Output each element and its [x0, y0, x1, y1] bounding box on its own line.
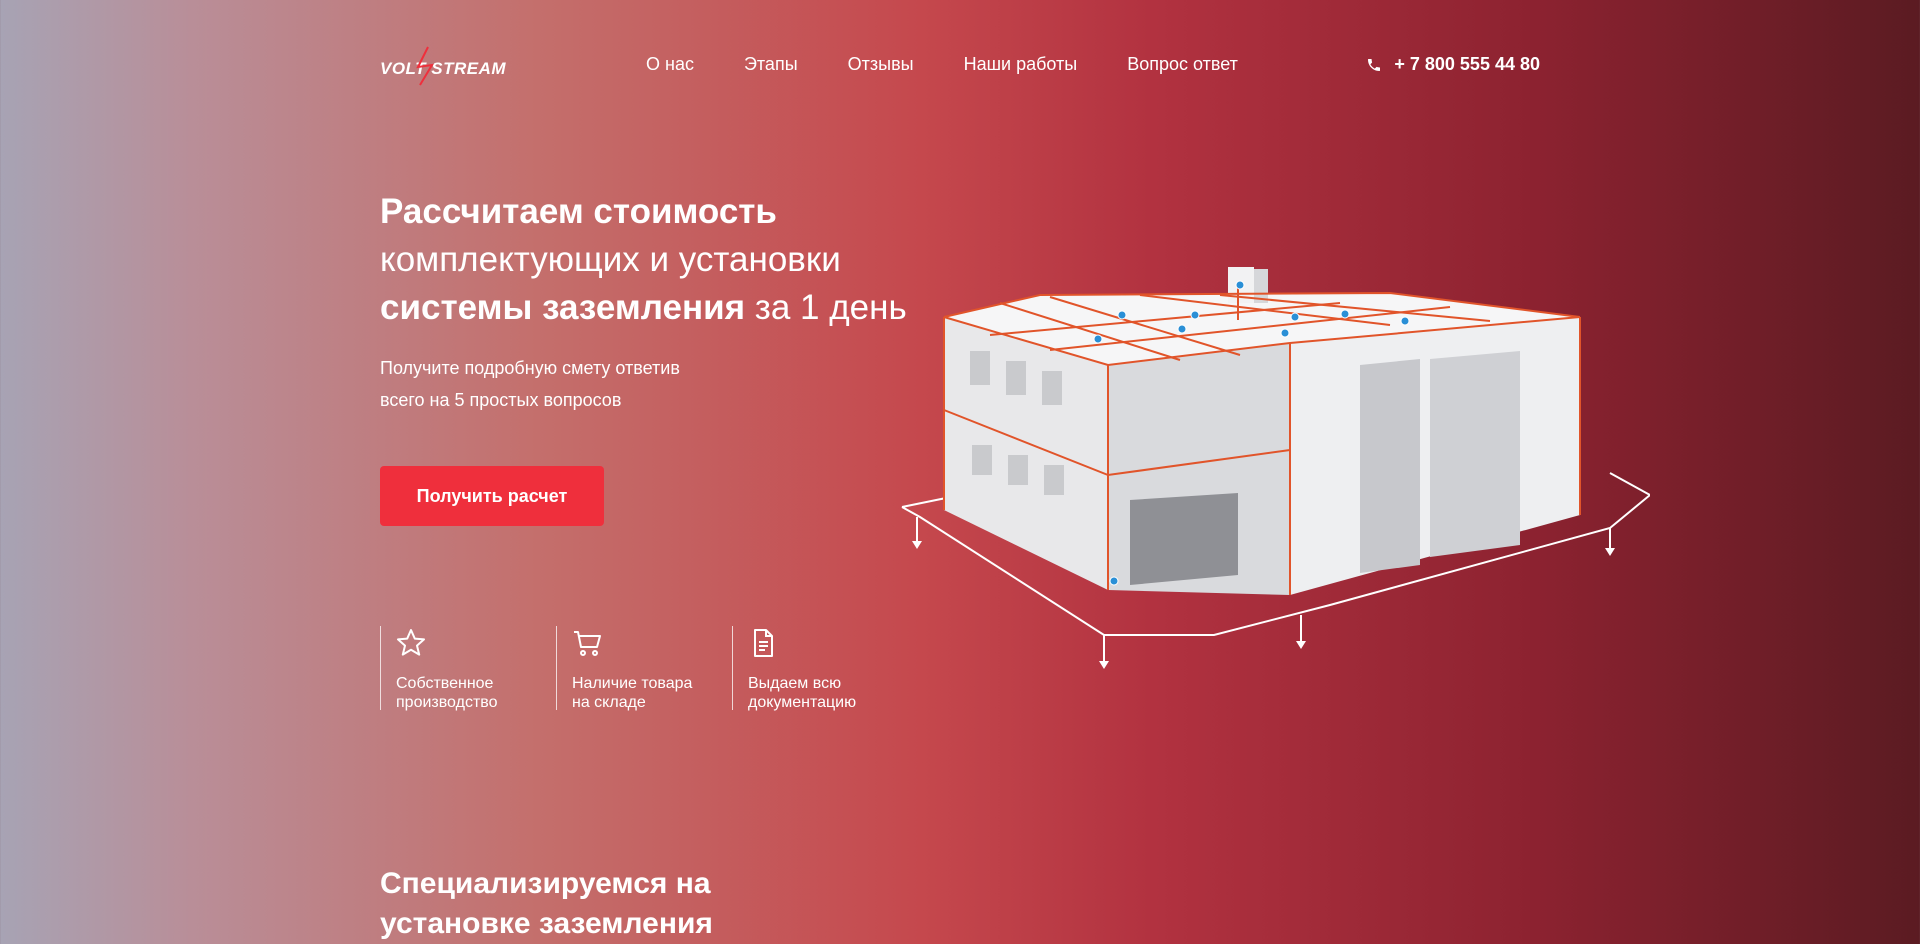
site-header: VOLT STREAM О нас Этапы Отзывы Наши рабо…	[380, 40, 1540, 90]
hero-title-bold-2: системы заземления	[380, 288, 746, 327]
nav-stages[interactable]: Этапы	[744, 54, 798, 75]
nav-works[interactable]: Наши работы	[964, 54, 1078, 75]
section-title: Специализируемся на установке заземления	[380, 864, 980, 944]
section-title-line-1: Специализируемся на	[380, 867, 711, 900]
hero-title-4: за 1 день	[745, 288, 907, 327]
hero-subtitle-line-2: всего на 5 простых вопросов	[380, 390, 622, 410]
hero-subtitle-line-1: Получите подробную смету ответив	[380, 358, 680, 378]
building-grounding-illustration	[901, 267, 1650, 669]
phone-link[interactable]: + 7 800 555 44 80	[1366, 54, 1540, 75]
hero-title-2: комплектующих и установки	[380, 240, 841, 279]
feature-label-line-2: на складе	[572, 694, 646, 711]
feature-label-line-2: производство	[396, 694, 498, 711]
feature-own-production: Собственное производство	[380, 626, 540, 712]
main-nav: О нас Этапы Отзывы Наши работы Вопрос от…	[646, 54, 1288, 75]
cart-icon	[574, 631, 601, 656]
document-icon	[754, 629, 773, 657]
features: Собственное производство Наличие товара …	[380, 626, 908, 712]
star-icon	[397, 629, 425, 656]
feature-label-line-1: Собственное	[396, 675, 494, 692]
lightning-icon	[416, 46, 434, 86]
hero-title: Рассчитаем стоимость комплектующих и уст…	[380, 188, 940, 332]
feature-in-stock: Наличие товара на складе	[556, 626, 716, 712]
feature-label-line-1: Наличие товара	[572, 675, 693, 692]
feature-label: Собственное производство	[396, 674, 536, 712]
feature-documents: Выдаем всю документацию	[732, 626, 892, 712]
phone-number: + 7 800 555 44 80	[1394, 54, 1540, 74]
feature-label: Наличие товара на складе	[572, 674, 712, 712]
nav-about[interactable]: О нас	[646, 54, 694, 75]
nav-faq[interactable]: Вопрос ответ	[1127, 54, 1238, 75]
section-title-line-2: установке заземления	[380, 907, 713, 940]
hero-subtitle: Получите подробную смету ответив всего н…	[380, 352, 800, 416]
hero-title-bold-1: Рассчитаем стоимость	[380, 192, 777, 231]
feature-label-line-1: Выдаем всю	[748, 675, 842, 692]
feature-label: Выдаем всю документацию	[748, 674, 888, 712]
feature-label-line-2: документацию	[748, 694, 857, 711]
get-estimate-button[interactable]: Получить расчет	[380, 466, 604, 526]
logo[interactable]: VOLT STREAM	[380, 45, 526, 86]
phone-icon	[1368, 58, 1381, 71]
nav-reviews[interactable]: Отзывы	[848, 54, 914, 75]
